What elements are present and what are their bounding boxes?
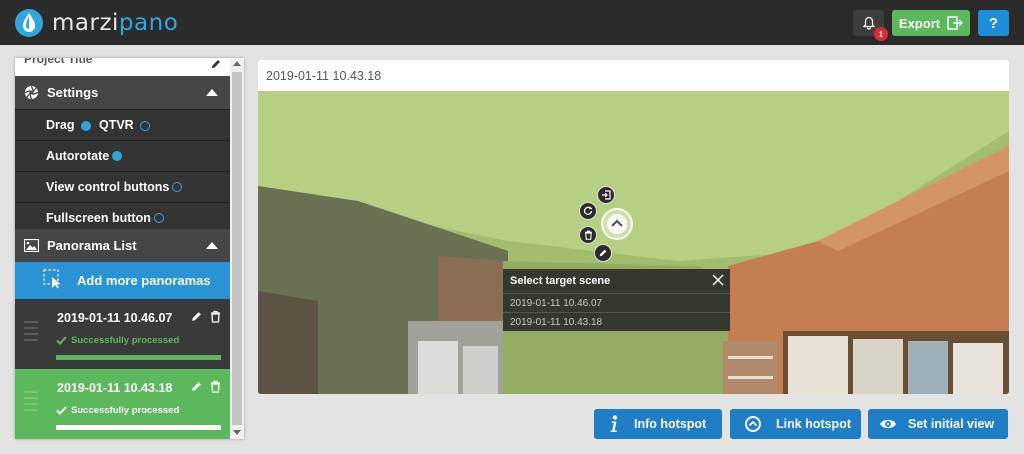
panorama-view[interactable]: Select target scene 2019-01-11 10.46.07 … xyxy=(258,91,1009,394)
target-scene-option[interactable]: 2019-01-11 10.46.07 xyxy=(503,293,730,312)
export-button[interactable]: Export xyxy=(892,10,970,36)
add-cursor-icon xyxy=(43,269,63,292)
panorama-scene-image xyxy=(258,91,1009,394)
autorotate-label: Autorotate xyxy=(46,149,110,163)
link-hotspot-marker[interactable] xyxy=(601,208,633,240)
panorama-name: 2019-01-11 10.46.07 xyxy=(57,311,173,325)
sidebar: Project Title Settings Drag QTVR Autorot… xyxy=(15,58,244,439)
hotspot-move-button[interactable] xyxy=(597,186,615,204)
edit-pencil-icon[interactable] xyxy=(210,58,222,70)
hotspot-edit-button[interactable] xyxy=(594,244,612,262)
export-icon xyxy=(947,16,964,30)
panorama-list-section-header[interactable]: Panorama List xyxy=(15,229,230,262)
project-title-field[interactable]: Project Title xyxy=(15,58,230,76)
processing-status-text: Successfully processed xyxy=(71,405,180,416)
scroll-down-arrow-icon[interactable] xyxy=(233,430,241,435)
collapse-caret-icon[interactable] xyxy=(206,89,218,96)
rotate-icon xyxy=(583,206,593,215)
scroll-up-arrow-icon[interactable] xyxy=(233,61,241,66)
notification-count-badge: 1 xyxy=(874,27,888,41)
select-target-scene-panel: Select target scene 2019-01-11 10.46.07 … xyxy=(503,269,730,331)
drag-option[interactable]: Drag xyxy=(46,118,91,132)
close-icon[interactable] xyxy=(712,274,724,286)
viewer-scene-title: 2019-01-11 10.43.18 xyxy=(266,69,382,83)
link-hotspot-button[interactable]: Link hotspot xyxy=(730,409,861,439)
set-initial-view-label: Set initial view xyxy=(908,417,995,431)
panorama-name: 2019-01-11 10.43.18 xyxy=(57,381,173,395)
app-logo: marzipano xyxy=(14,7,178,39)
image-icon xyxy=(23,238,39,254)
info-icon xyxy=(594,415,634,433)
trash-icon[interactable] xyxy=(210,380,221,393)
trash-icon xyxy=(584,230,592,240)
hotspot-delete-button[interactable] xyxy=(579,226,597,244)
autorotate-toggle[interactable] xyxy=(112,151,123,161)
top-bar: marzipano 1 Export ? xyxy=(0,0,1024,45)
set-initial-view-button[interactable]: Set initial view xyxy=(868,409,1008,439)
view-control-buttons-toggle[interactable] xyxy=(172,182,183,192)
select-target-scene-header: Select target scene xyxy=(503,269,730,293)
view-control-buttons-row[interactable]: View control buttons xyxy=(15,171,230,202)
panorama-list-item-active[interactable]: 2019-01-11 10.43.18 Successfully process… xyxy=(15,369,230,439)
settings-section-header[interactable]: Settings xyxy=(15,76,230,109)
bell-icon xyxy=(862,16,875,30)
info-hotspot-label: Info hotspot xyxy=(634,417,707,431)
qtvr-option[interactable]: QTVR xyxy=(99,118,151,132)
link-hotspot-label: Link hotspot xyxy=(776,417,851,431)
trash-icon[interactable] xyxy=(210,310,221,323)
fullscreen-button-toggle[interactable] xyxy=(153,213,164,223)
target-scene-option[interactable]: 2019-01-11 10.43.18 xyxy=(503,312,730,331)
panorama-viewer-panel: 2019-01-11 10.43.18 Select target scene … xyxy=(258,60,1009,394)
scrollbar-thumb[interactable] xyxy=(232,72,242,425)
sidebar-scrollbar[interactable] xyxy=(230,58,244,439)
link-hotspot-icon xyxy=(730,415,776,433)
hotspot-rotate-button[interactable] xyxy=(579,202,597,220)
drop-logo-icon xyxy=(15,9,43,37)
edit-pencil-icon[interactable] xyxy=(190,380,203,393)
enter-icon xyxy=(602,190,611,200)
add-more-panoramas-button[interactable]: Add more panoramas xyxy=(15,262,230,299)
chevron-up-icon xyxy=(607,214,627,234)
settings-header-label: Settings xyxy=(47,85,99,100)
checkmark-icon xyxy=(56,406,67,415)
edit-pencil-icon[interactable] xyxy=(190,310,203,323)
processing-progress-bar xyxy=(56,425,221,430)
processing-status: Successfully processed xyxy=(56,405,179,416)
eye-icon xyxy=(868,418,908,430)
edit-pencil-icon xyxy=(599,249,607,257)
brand-name: marzipano xyxy=(52,10,179,36)
aperture-icon xyxy=(23,85,39,101)
view-control-buttons-label: View control buttons xyxy=(46,180,170,194)
processing-status: Successfully processed xyxy=(56,335,179,346)
drag-radio[interactable] xyxy=(80,120,91,131)
fullscreen-button-label: Fullscreen button xyxy=(46,211,151,225)
collapse-caret-icon[interactable] xyxy=(206,242,218,249)
export-label: Export xyxy=(898,15,941,31)
help-button[interactable]: ? xyxy=(978,10,1009,36)
processing-progress-bar xyxy=(56,355,221,360)
panorama-list-header-label: Panorama List xyxy=(47,238,137,253)
panorama-list-item[interactable]: 2019-01-11 10.46.07 Successfully process… xyxy=(15,299,230,369)
project-title: Project Title xyxy=(24,58,93,66)
qtvr-radio[interactable] xyxy=(140,120,151,131)
drag-mode-row: Drag QTVR xyxy=(15,109,230,140)
info-hotspot-button[interactable]: Info hotspot xyxy=(594,409,722,439)
add-more-panoramas-label: Add more panoramas xyxy=(77,273,211,288)
autorotate-row[interactable]: Autorotate xyxy=(15,140,230,171)
processing-status-text: Successfully processed xyxy=(71,335,180,346)
select-target-scene-title: Select target scene xyxy=(510,275,611,287)
drag-handle-icon[interactable] xyxy=(24,391,38,415)
drag-handle-icon[interactable] xyxy=(24,321,38,345)
checkmark-icon xyxy=(56,336,67,345)
